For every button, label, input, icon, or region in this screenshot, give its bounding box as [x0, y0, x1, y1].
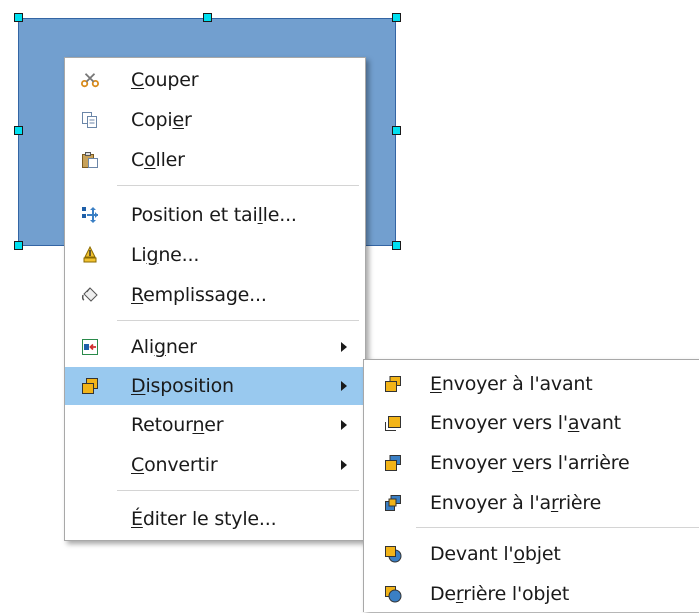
- resize-handle-middle-left[interactable]: [14, 126, 23, 135]
- align-icon: [81, 338, 99, 356]
- paste-icon: [81, 151, 99, 169]
- menu-item-flip-label: Retourner: [131, 414, 224, 436]
- resize-handle-top-center[interactable]: [203, 13, 212, 22]
- submenu-item-behind-object-label: Derrière l'objet: [430, 583, 570, 605]
- fill-icon: [81, 286, 99, 304]
- arrange-submenu: Envoyer à l'avant Envoyer vers l'avant E…: [363, 359, 699, 612]
- submenu-item-bring-to-front-label: Envoyer à l'avant: [430, 373, 593, 395]
- menu-item-cut-label: Couper: [131, 69, 199, 91]
- send-to-back-icon: [384, 494, 402, 512]
- menu-item-arrange-label: Disposition: [131, 375, 234, 397]
- menu-item-line[interactable]: Ligne...: [65, 236, 365, 274]
- menu-separator: [117, 320, 359, 321]
- in-front-of-object-icon: [384, 545, 402, 563]
- position-size-icon: [81, 206, 99, 224]
- menu-item-flip[interactable]: Retourner: [65, 406, 365, 444]
- submenu-item-behind-object[interactable]: Derrière l'objet: [364, 575, 699, 613]
- menu-item-convert[interactable]: Convertir: [65, 446, 365, 484]
- resize-handle-bottom-left[interactable]: [14, 241, 23, 250]
- send-backward-icon: [384, 454, 402, 472]
- resize-handle-top-right[interactable]: [392, 13, 401, 22]
- submenu-arrow-icon: [341, 420, 347, 430]
- context-menu: Couper Copier Coller Position et taille.…: [64, 57, 366, 541]
- menu-separator: [416, 527, 699, 528]
- resize-handle-middle-right[interactable]: [392, 126, 401, 135]
- arrange-icon: [81, 377, 99, 395]
- menu-item-paste[interactable]: Coller: [65, 141, 365, 179]
- menu-item-edit-style[interactable]: Éditer le style...: [65, 500, 365, 538]
- menu-item-arrange[interactable]: Disposition: [65, 367, 365, 405]
- submenu-arrow-icon: [341, 342, 347, 352]
- copy-icon: [81, 111, 99, 129]
- menu-item-position-size-label: Position et taille...: [131, 204, 297, 226]
- menu-item-convert-label: Convertir: [131, 454, 218, 476]
- menu-item-cut[interactable]: Couper: [65, 61, 365, 99]
- menu-item-copy[interactable]: Copier: [65, 101, 365, 139]
- submenu-item-in-front-of-object[interactable]: Devant l'objet: [364, 535, 699, 573]
- scissors-icon: [81, 71, 99, 89]
- menu-item-position-size[interactable]: Position et taille...: [65, 196, 365, 234]
- bring-forward-icon: [384, 414, 402, 432]
- menu-item-line-label: Ligne...: [131, 244, 200, 266]
- submenu-item-in-front-of-object-label: Devant l'objet: [430, 543, 561, 565]
- submenu-item-bring-to-front[interactable]: Envoyer à l'avant: [364, 365, 699, 403]
- menu-item-fill[interactable]: Remplissage...: [65, 276, 365, 314]
- menu-separator: [117, 185, 359, 186]
- menu-item-align[interactable]: Aligner: [65, 328, 365, 366]
- menu-item-fill-label: Remplissage...: [131, 284, 267, 306]
- menu-item-paste-label: Coller: [131, 149, 185, 171]
- menu-separator: [117, 490, 359, 491]
- submenu-arrow-icon: [341, 460, 347, 470]
- resize-handle-top-left[interactable]: [14, 13, 23, 22]
- menu-item-copy-label: Copier: [131, 109, 192, 131]
- behind-object-icon: [384, 585, 402, 603]
- bring-to-front-icon: [384, 375, 402, 393]
- menu-item-edit-style-label: Éditer le style...: [131, 508, 277, 530]
- submenu-item-send-backward[interactable]: Envoyer vers l'arrière: [364, 444, 699, 482]
- submenu-item-bring-forward-label: Envoyer vers l'avant: [430, 412, 621, 434]
- submenu-arrow-icon: [341, 381, 347, 391]
- submenu-item-send-to-back[interactable]: Envoyer à l'arrière: [364, 484, 699, 522]
- submenu-item-bring-forward[interactable]: Envoyer vers l'avant: [364, 404, 699, 442]
- resize-handle-bottom-right[interactable]: [392, 241, 401, 250]
- line-icon: [81, 246, 99, 264]
- menu-item-align-label: Aligner: [131, 336, 197, 358]
- submenu-item-send-to-back-label: Envoyer à l'arrière: [430, 492, 602, 514]
- submenu-item-send-backward-label: Envoyer vers l'arrière: [430, 452, 630, 474]
